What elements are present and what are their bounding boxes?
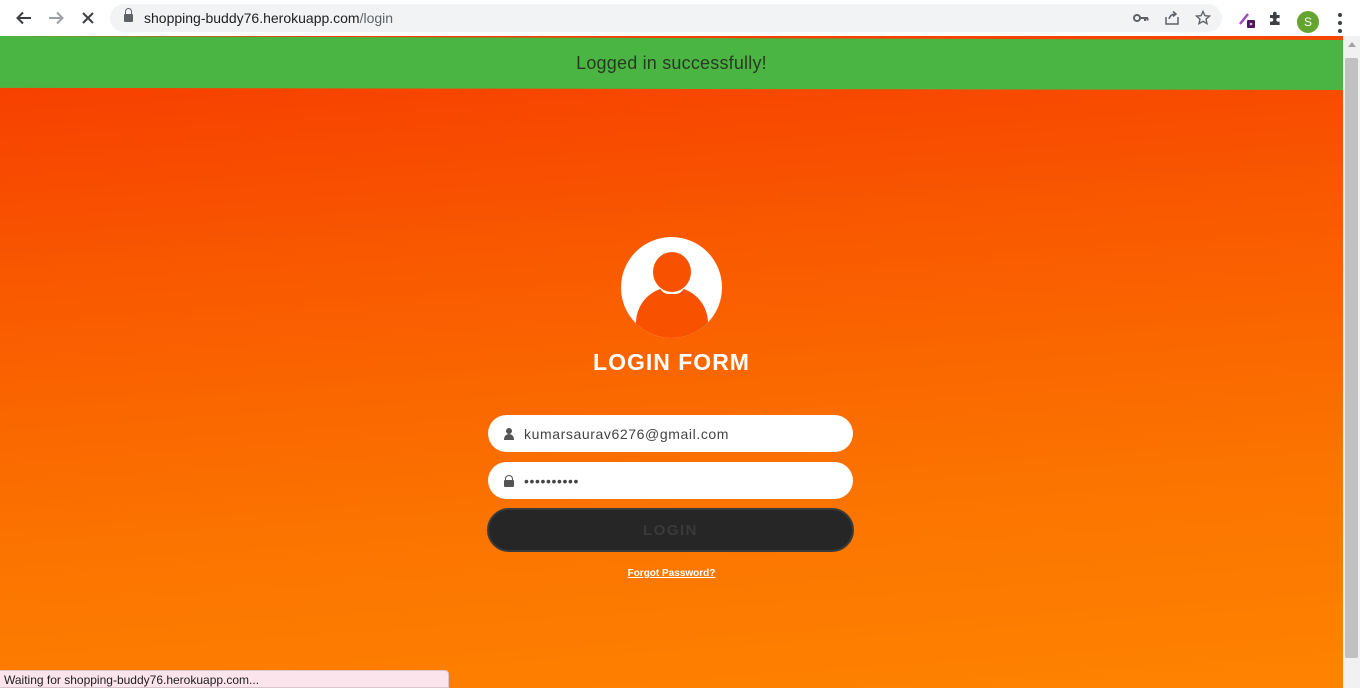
email-field[interactable] xyxy=(488,415,853,452)
vertical-scrollbar[interactable] xyxy=(1343,36,1360,688)
key-icon[interactable] xyxy=(1130,8,1152,28)
stop-icon[interactable] xyxy=(75,5,101,31)
login-button[interactable]: LOGIN xyxy=(487,508,854,552)
share-icon[interactable] xyxy=(1161,8,1183,28)
url-path: /login xyxy=(359,10,394,26)
url-host: shopping-buddy76.herokuapp.com xyxy=(144,10,360,26)
page-viewport: Logged in successfully! LOGIN FORM LOGIN… xyxy=(0,36,1343,688)
login-button-label: LOGIN xyxy=(643,521,698,539)
login-form-title: LOGIN FORM xyxy=(593,349,750,375)
scroll-thumb[interactable] xyxy=(1345,58,1358,658)
success-banner: Logged in successfully! xyxy=(0,36,1343,90)
user-avatar-icon xyxy=(621,237,722,338)
lock-icon[interactable] xyxy=(124,8,133,23)
success-message: Logged in successfully! xyxy=(576,52,767,73)
password-input[interactable] xyxy=(524,472,834,489)
password-field[interactable] xyxy=(488,462,853,499)
url-text: shopping-buddy76.herokuapp.com/login xyxy=(144,10,393,26)
eyedropper-extension-icon[interactable] xyxy=(1236,8,1258,30)
forgot-password-link[interactable]: Forgot Password? xyxy=(0,568,1343,579)
forward-icon[interactable] xyxy=(43,5,69,31)
browser-status-bar: Waiting for shopping-buddy76.herokuapp.c… xyxy=(0,670,449,688)
star-icon[interactable] xyxy=(1192,8,1214,28)
scroll-up-arrow-icon[interactable] xyxy=(1348,42,1356,47)
password-lock-icon xyxy=(502,474,516,488)
user-icon xyxy=(502,427,516,441)
profile-avatar[interactable]: S xyxy=(1297,11,1319,33)
back-icon[interactable] xyxy=(11,5,37,31)
menu-icon[interactable] xyxy=(1333,13,1347,33)
puzzle-icon[interactable] xyxy=(1265,8,1287,30)
browser-toolbar: shopping-buddy76.herokuapp.com/login S xyxy=(0,0,1360,36)
address-bar[interactable]: shopping-buddy76.herokuapp.com/login xyxy=(110,4,1222,32)
email-input[interactable] xyxy=(524,425,834,442)
